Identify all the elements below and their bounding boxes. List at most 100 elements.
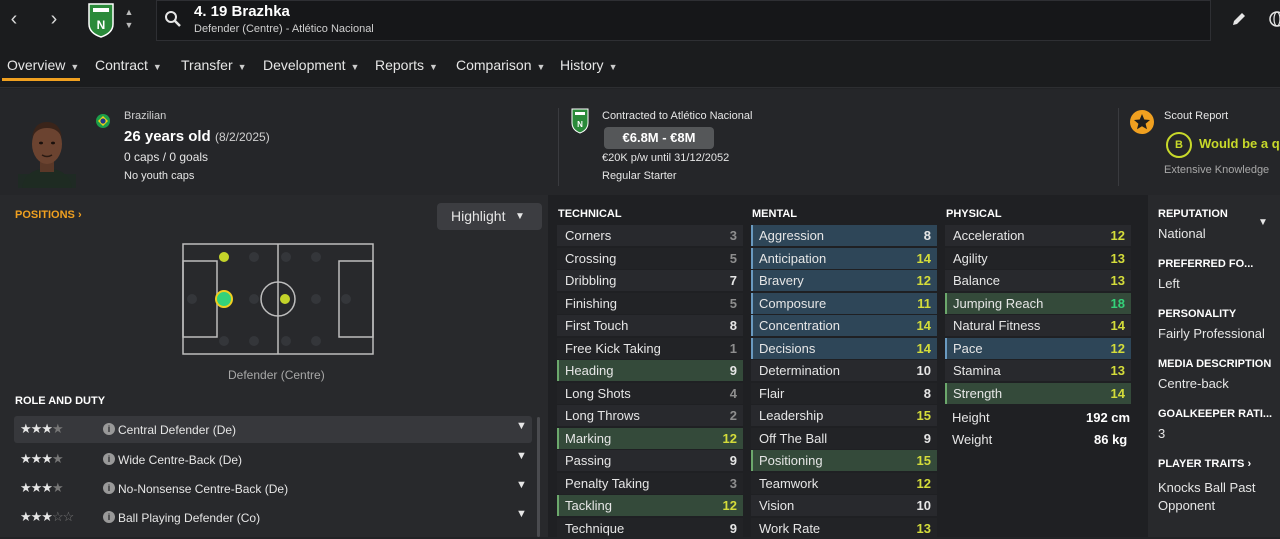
attribute-row-determination[interactable]: Determination 10 [751, 360, 937, 381]
attribute-row-crossing[interactable]: Crossing 5 [557, 247, 743, 269]
attribute-name: Decisions [759, 340, 816, 356]
player-switch-arrows[interactable]: ▲ ▼ [122, 6, 136, 34]
globe-icon[interactable] [1268, 10, 1280, 28]
search-icon[interactable] [164, 10, 182, 28]
role-row[interactable]: ★★★☆☆ i Ball Playing Defender (Co) ▼ [14, 504, 532, 531]
attribute-value: 5 [729, 295, 737, 311]
attribute-name: Free Kick Taking [565, 340, 661, 356]
info-icon[interactable]: i [103, 482, 115, 494]
attribute-value: 9 [923, 430, 931, 446]
attribute-value: 11 [917, 295, 931, 311]
back-button[interactable]: ‹ [2, 8, 26, 32]
attribute-value: 4 [729, 385, 737, 401]
chevron-down-icon[interactable]: ▼ [1258, 217, 1268, 228]
info-icon[interactable]: i [103, 453, 115, 465]
attribute-row-dribbling[interactable]: Dribbling 7 [557, 270, 743, 291]
role-rating-stars: ★★★★ [20, 480, 64, 495]
youth-caps: No youth caps [124, 170, 195, 182]
weight-value: 86 kg [1094, 432, 1128, 447]
chevron-down-icon[interactable]: ▼ [516, 420, 527, 432]
attribute-value: 12 [1110, 228, 1125, 243]
attribute-row-first-touch[interactable]: First Touch 8 [557, 315, 743, 336]
attribute-row-agility[interactable]: Agility 13 [945, 247, 1131, 269]
attribute-row-work-rate[interactable]: Work Rate 13 [751, 517, 937, 539]
attribute-value: 8 [729, 318, 737, 333]
attribute-name: Vision [759, 498, 795, 513]
attribute-row-acceleration[interactable]: Acceleration 12 [945, 225, 1131, 246]
attribute-row-off-the-ball[interactable]: Off The Ball 9 [751, 427, 937, 449]
info-icon[interactable]: i [103, 511, 115, 523]
attribute-row-flair[interactable]: Flair 8 [751, 382, 937, 404]
forward-button[interactable]: › [42, 8, 66, 32]
attribute-value: 12 [722, 498, 737, 513]
attribute-name: Determination [759, 363, 840, 378]
attribute-row-long-shots[interactable]: Long Shots 4 [557, 382, 743, 404]
attribute-name: Corners [565, 228, 612, 243]
attribute-row-concentration[interactable]: Concentration 14 [751, 315, 937, 336]
tab-history[interactable]: History ▼ [560, 57, 617, 73]
attribute-row-teamwork[interactable]: Teamwork 12 [751, 472, 937, 494]
chevron-down-icon[interactable]: ▼ [516, 450, 527, 462]
attribute-row-aggression[interactable]: Aggression 8 [751, 225, 937, 246]
tab-reports[interactable]: Reports ▼ [375, 57, 438, 73]
tab-transfer[interactable]: Transfer ▼ [181, 57, 247, 73]
info-icon[interactable]: i [103, 423, 115, 435]
attribute-row-bravery[interactable]: Bravery 12 [751, 270, 937, 291]
tab-overview[interactable]: Overview ▼ [7, 57, 79, 73]
transfer-value-badge[interactable]: €6.8M - €8M [604, 127, 714, 149]
attribute-row-pace[interactable]: Pace 12 [945, 337, 1131, 359]
attribute-value: 13 [1110, 250, 1125, 266]
attribute-row-anticipation[interactable]: Anticipation 14 [751, 247, 937, 269]
attribute-row-balance[interactable]: Balance 13 [945, 270, 1131, 291]
attribute-name: Natural Fitness [953, 318, 1041, 333]
role-row[interactable]: ★★★★ i No-Nonsense Centre-Back (De) ▼ [14, 475, 532, 502]
attribute-row-marking[interactable]: Marking 12 [557, 427, 743, 449]
svg-text:N: N [577, 120, 583, 129]
attribute-row-jumping-reach[interactable]: Jumping Reach 18 [945, 292, 1131, 314]
tab-development[interactable]: Development ▼ [263, 57, 359, 73]
attribute-row-penalty-taking[interactable]: Penalty Taking 3 [557, 472, 743, 494]
attribute-value: 15 [916, 453, 931, 468]
attribute-name: Flair [759, 385, 785, 401]
attribute-row-leadership[interactable]: Leadership 15 [751, 405, 937, 426]
role-row[interactable]: ★★★★ i Central Defender (De) ▼ [14, 416, 532, 443]
tab-contract[interactable]: Contract ▼ [95, 57, 162, 73]
attribute-row-stamina[interactable]: Stamina 13 [945, 360, 1131, 381]
attribute-row-vision[interactable]: Vision 10 [751, 495, 937, 516]
attribute-value: 9 [729, 520, 737, 536]
attribute-row-tackling[interactable]: Tackling 12 [557, 495, 743, 516]
attribute-name: Teamwork [759, 475, 819, 491]
attribute-row-composure[interactable]: Composure 11 [751, 292, 937, 314]
edit-pencil-icon[interactable] [1230, 10, 1248, 28]
player-avatar [18, 122, 76, 188]
attribute-row-decisions[interactable]: Decisions 14 [751, 337, 937, 359]
attribute-row-technique[interactable]: Technique 9 [557, 517, 743, 539]
attribute-row-heading[interactable]: Heading 9 [557, 360, 743, 381]
attribute-row-strength[interactable]: Strength 14 [945, 382, 1131, 404]
chevron-down-icon[interactable]: ▼ [516, 479, 527, 491]
wage-contract: €20K p/w until 31/12/2052 [602, 152, 730, 164]
attribute-value: 10 [916, 498, 931, 513]
player-traits-link[interactable]: PLAYER TRAITS › [1158, 458, 1251, 470]
role-row[interactable]: ★★★★ i Wide Centre-Back (De) ▼ [14, 446, 532, 473]
attribute-name: Leadership [759, 408, 824, 423]
attribute-row-free-kick-taking[interactable]: Free Kick Taking 1 [557, 337, 743, 359]
active-tab-indicator [2, 78, 80, 81]
positions-link[interactable]: POSITIONS › [15, 209, 82, 221]
attribute-value: 14 [1110, 385, 1125, 401]
club-badge-icon[interactable]: N [86, 2, 116, 38]
roles-scrollbar[interactable] [537, 417, 540, 537]
attribute-row-finishing[interactable]: Finishing 5 [557, 292, 743, 314]
chevron-down-icon[interactable]: ▼ [516, 508, 527, 520]
reputation-heading: REPUTATION [1158, 208, 1228, 220]
position-marker-natural [215, 290, 233, 308]
attribute-row-positioning[interactable]: Positioning 15 [751, 450, 937, 471]
attribute-value: 13 [1110, 273, 1125, 288]
attribute-row-long-throws[interactable]: Long Throws 2 [557, 405, 743, 426]
highlight-dropdown[interactable]: Highlight ▼ [437, 203, 542, 230]
attribute-row-corners[interactable]: Corners 3 [557, 225, 743, 246]
attribute-name: Balance [953, 273, 1000, 288]
attribute-row-natural-fitness[interactable]: Natural Fitness 14 [945, 315, 1131, 336]
tab-comparison[interactable]: Comparison ▼ [456, 57, 545, 73]
attribute-row-passing[interactable]: Passing 9 [557, 450, 743, 471]
